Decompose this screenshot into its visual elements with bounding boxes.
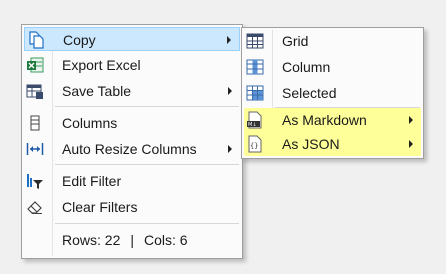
menu-item-label: Column <box>282 59 331 75</box>
menu-item-columns[interactable]: Columns <box>24 111 240 135</box>
json-file-icon: {} <box>246 135 264 153</box>
menu-item-label: Grid <box>282 33 309 49</box>
menu-item-export-excel[interactable]: Export Excel <box>24 53 240 77</box>
filter-icon <box>26 172 44 190</box>
selected-cells-icon <box>246 84 264 102</box>
column-icon <box>246 58 264 76</box>
submenu-item-as-json[interactable]: {} As JSON <box>244 132 421 156</box>
menu-item-label: Export Excel <box>62 57 141 73</box>
menu-item-clear-filters[interactable]: Clear Filters <box>24 195 240 219</box>
eraser-icon <box>26 198 44 216</box>
resize-columns-icon <box>26 140 44 158</box>
menu-item-label: As Markdown <box>282 112 367 128</box>
menu-item-label: Auto Resize Columns <box>62 141 197 157</box>
menu-separator <box>55 106 239 107</box>
menu-item-auto-resize-columns[interactable]: Auto Resize Columns <box>24 137 240 161</box>
menu-item-copy[interactable]: Copy <box>24 27 240 51</box>
save-table-icon <box>26 82 44 100</box>
submenu-arrow-icon <box>228 145 232 153</box>
status-separator: | <box>130 232 134 248</box>
columns-icon <box>26 114 44 132</box>
submenu-item-grid[interactable]: Grid <box>244 29 421 53</box>
submenu-arrow-icon <box>409 116 413 124</box>
menu-separator <box>55 223 239 224</box>
submenu-item-column[interactable]: Column <box>244 55 421 79</box>
submenu-arrow-icon <box>409 140 413 148</box>
menu-item-label: Copy <box>63 32 96 48</box>
row-count: Rows: 22 <box>62 232 121 248</box>
menu-item-label: Clear Filters <box>62 199 138 215</box>
menu-item-label: Save Table <box>62 83 132 99</box>
menu-item-edit-filter[interactable]: Edit Filter <box>24 169 240 193</box>
grid-icon <box>246 32 264 50</box>
svg-text:M↓: M↓ <box>248 122 257 128</box>
svg-text:{}: {} <box>250 142 258 150</box>
col-count: Cols: 6 <box>144 232 188 248</box>
context-menu: Copy Export Excel Save Table Columns Aut… <box>21 24 243 259</box>
menu-item-label: As JSON <box>282 136 340 152</box>
copy-icon <box>27 31 45 49</box>
markdown-file-icon: M↓ <box>246 111 264 129</box>
submenu-arrow-icon <box>227 36 231 44</box>
menu-item-label: Selected <box>282 85 337 101</box>
menu-item-label: Edit Filter <box>62 173 122 189</box>
submenu-item-as-markdown[interactable]: M↓ As Markdown <box>244 108 421 132</box>
submenu-arrow-icon <box>228 87 232 95</box>
menu-separator <box>55 164 239 165</box>
menu-item-label: Columns <box>62 115 118 131</box>
excel-icon <box>26 56 44 74</box>
row-col-count: Rows: 22 | Cols: 6 <box>62 232 188 248</box>
menu-item-save-table[interactable]: Save Table <box>24 79 240 103</box>
submenu-item-selected[interactable]: Selected <box>244 81 421 105</box>
copy-submenu: Grid Column Selected M↓ As Markdown {} A… <box>241 27 424 159</box>
